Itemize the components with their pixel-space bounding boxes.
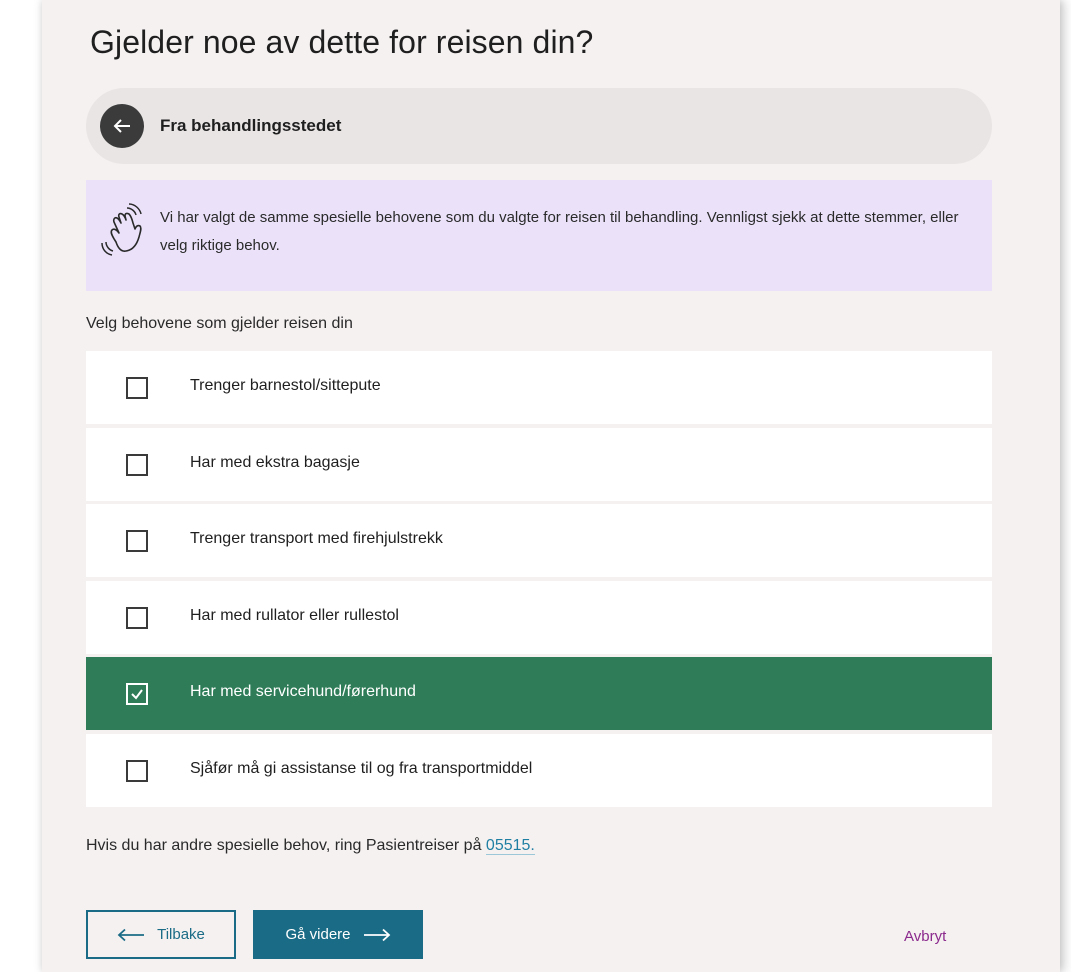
phone-link[interactable]: 05515. (485, 837, 535, 855)
back-button[interactable]: Tilbake (86, 910, 236, 959)
needs-options-list: Trenger barnestol/sittepute Har med ekst… (86, 351, 992, 810)
checkbox[interactable] (126, 377, 148, 399)
option-child-seat[interactable]: Trenger barnestol/sittepute (86, 351, 992, 424)
page-frame: Gjelder noe av dette for reisen din? Fra… (42, 0, 1060, 972)
option-four-wheel-drive[interactable]: Trenger transport med firehjulstrekk (86, 504, 992, 577)
segment-back-button[interactable] (100, 104, 144, 148)
checkbox-checked[interactable] (126, 683, 148, 705)
option-label: Sjåfør må gi assistanse til og fra trans… (190, 759, 533, 777)
checkbox[interactable] (126, 606, 148, 629)
checkbox[interactable] (126, 453, 148, 476)
option-extra-luggage[interactable]: Har med ekstra bagasje (86, 427, 992, 501)
needs-list-label: Velg behovene som gjelder reisen din (86, 315, 353, 332)
checkmark-icon (131, 689, 143, 700)
back-button-label: Tilbake (157, 926, 205, 943)
help-text: Hvis du har andre spesielle behov, ring … (86, 837, 535, 855)
arrow-left-icon (113, 119, 130, 133)
option-walker-wheelchair[interactable]: Har med rullator eller rullestol (86, 580, 992, 654)
waving-hand-icon (101, 203, 142, 256)
segment-label: Fra behandlingsstedet (160, 116, 342, 135)
trip-segment-header: Fra behandlingsstedet (86, 88, 992, 164)
checkbox[interactable] (126, 530, 148, 552)
help-text-body: Hvis du har andre spesielle behov, ring … (86, 837, 486, 854)
next-button[interactable]: Gå videre (253, 910, 423, 959)
option-driver-assistance[interactable]: Sjåfør må gi assistanse til og fra trans… (86, 733, 992, 807)
option-label: Trenger transport med firehjulstrekk (190, 530, 443, 547)
next-button-label: Gå videre (285, 926, 351, 943)
info-alert: Vi har valgt de samme spesielle behovene… (86, 180, 992, 291)
option-label: Har med ekstra bagasje (190, 453, 360, 471)
option-label: Har med rullator eller rullestol (190, 606, 399, 624)
option-service-dog[interactable]: Har med servicehund/førerhund (86, 657, 992, 730)
arrow-right-icon (363, 928, 390, 941)
option-label: Har med servicehund/førerhund (190, 683, 416, 700)
checkbox[interactable] (126, 759, 148, 782)
page-title: Gjelder noe av dette for reisen din? (90, 24, 594, 60)
info-text: Vi har valgt de samme spesielle behovene… (160, 209, 959, 254)
option-label: Trenger barnestol/sittepute (190, 377, 381, 394)
cancel-link[interactable]: Avbryt (904, 928, 946, 945)
arrow-left-icon (117, 928, 145, 941)
